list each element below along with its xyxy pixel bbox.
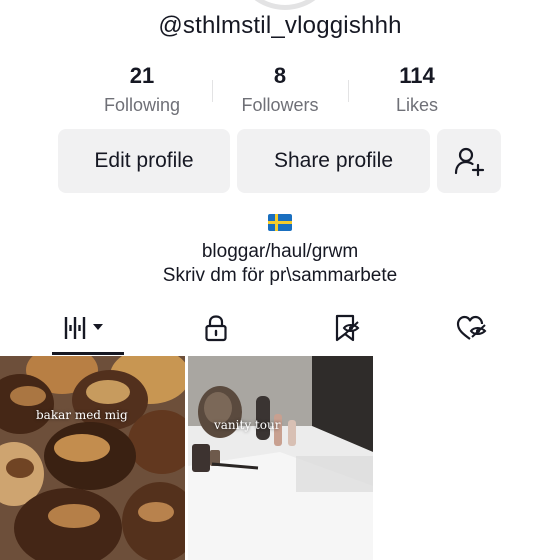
person-plus-icon — [454, 147, 485, 177]
avatar[interactable] — [234, 0, 336, 10]
bio-line-1: bloggar/haul/grwm — [201, 241, 359, 262]
tab-private[interactable] — [146, 300, 286, 356]
profile-handle: @sthlmstil_vloggishhh — [158, 12, 402, 39]
edit-profile-button[interactable]: Edit profile — [58, 129, 230, 193]
active-tab-indicator — [52, 352, 124, 355]
tab-liked[interactable] — [402, 300, 542, 356]
bookmark-icon — [335, 314, 360, 342]
stat-followers[interactable]: 8 Followers — [210, 62, 350, 118]
videos-grid-icon — [64, 317, 103, 339]
video-caption: vanity tour — [214, 418, 281, 432]
likes-label: Likes — [395, 95, 439, 115]
following-count: 21 — [129, 63, 155, 88]
video-thumbnail-image — [188, 356, 373, 560]
bio-line-2: Skriv dm för pr\sammarbete — [162, 265, 398, 286]
followers-count: 8 — [273, 63, 287, 88]
tab-videos[interactable] — [18, 300, 158, 356]
profile-stats: 21 Following 8 Followers 114 Likes — [0, 62, 560, 122]
stat-likes[interactable]: 114 Likes — [347, 62, 487, 118]
share-profile-button[interactable]: Share profile — [237, 129, 430, 193]
tab-favorites[interactable] — [276, 300, 416, 356]
following-label: Following — [103, 95, 181, 115]
sweden-flag-icon — [268, 214, 292, 231]
profile-tabs — [0, 300, 560, 356]
video-grid: bakar med mig vanity tour — [0, 356, 560, 560]
likes-count: 114 — [399, 63, 435, 88]
video-thumbnail[interactable]: bakar med mig — [0, 356, 185, 560]
edit-profile-label: Edit profile — [94, 149, 194, 172]
video-thumbnail-image — [0, 356, 185, 560]
video-caption: bakar med mig — [36, 408, 128, 422]
lock-icon — [205, 315, 227, 342]
liked-heart-icon — [456, 315, 487, 340]
followers-label: Followers — [241, 95, 319, 115]
share-profile-label: Share profile — [273, 149, 394, 172]
add-friend-button[interactable] — [437, 129, 501, 193]
video-thumbnail[interactable]: vanity tour — [188, 356, 373, 560]
stat-following[interactable]: 21 Following — [72, 62, 212, 118]
